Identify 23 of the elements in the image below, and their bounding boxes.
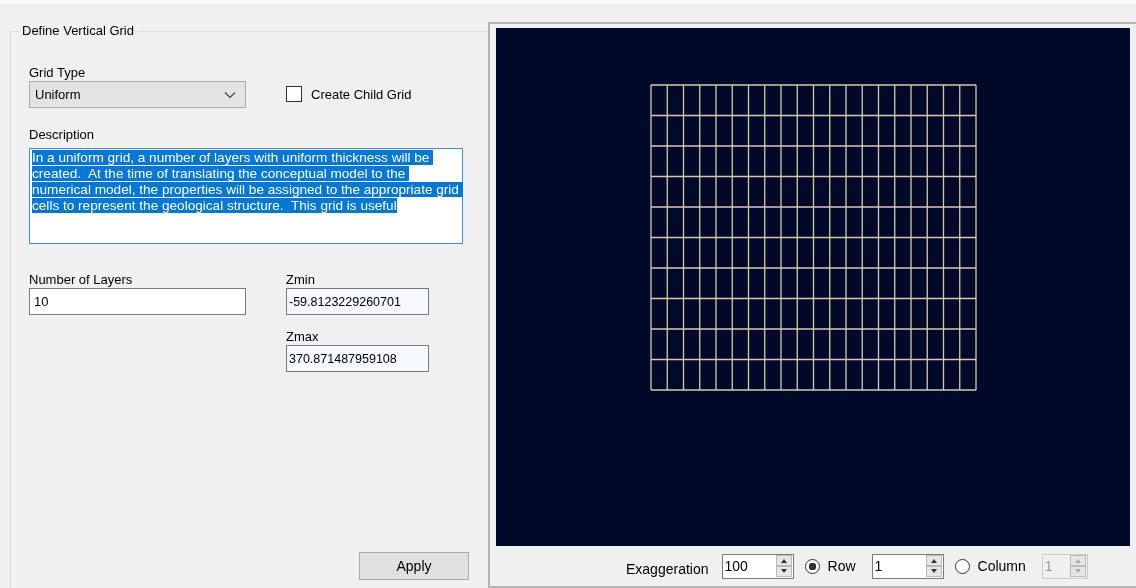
field-label: Grid Type <box>29 65 87 81</box>
description-box[interactable] <box>29 148 463 244</box>
field-label: Zmax <box>286 329 320 345</box>
input-field[interactable]: 10 <box>29 288 246 315</box>
apply-button[interactable]: Apply <box>359 552 469 580</box>
checkbox-label[interactable]: Create Child Grid <box>311 86 412 102</box>
checkbox[interactable] <box>286 86 302 102</box>
spin-box[interactable]: 1 <box>871 553 944 579</box>
group-title: Define Vertical Grid <box>19 23 137 38</box>
field-label: Description <box>29 127 96 143</box>
field-label: Number of Layers <box>29 272 134 288</box>
radio-label[interactable]: Row <box>827 558 856 574</box>
spin-box[interactable]: 100 <box>721 553 794 579</box>
radio-button[interactable] <box>804 558 820 574</box>
input-field[interactable]: 370.871487959108 <box>286 345 429 372</box>
description-text: In a uniform grid, a number of layers with uniform thickness will be created. At the time of translating the conceptual model to the numerical model, the properties will be assigned to the appropriate grid cells to represent the geological structure. This grid is useful <box>32 150 460 214</box>
input-field[interactable]: -59.8123229260701 <box>286 288 429 315</box>
field-label: Zmin <box>286 272 316 288</box>
field-label: Exaggeration <box>626 560 709 577</box>
spinner-arrows-icon[interactable] <box>775 555 792 577</box>
chevron-down-icon <box>224 90 236 99</box>
spinner-arrows-icon[interactable] <box>925 555 942 577</box>
grid-type-dropdown[interactable]: Uniform <box>29 81 246 108</box>
